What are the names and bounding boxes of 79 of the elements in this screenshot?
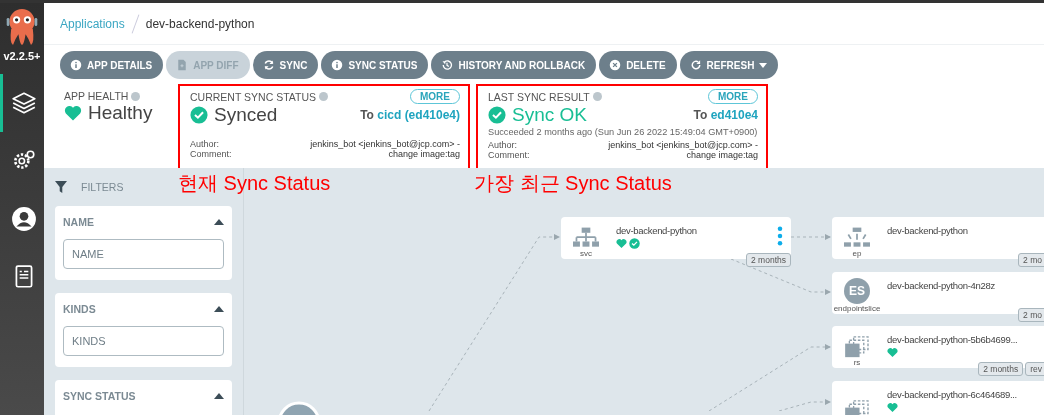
app-name: dev-backend-python <box>145 16 255 31</box>
filter-icon <box>55 181 67 193</box>
filter-title: SYNC STATUS <box>63 390 136 402</box>
age-tag: rev <box>1025 362 1044 376</box>
refresh-icon <box>689 59 702 71</box>
check-circle-icon <box>488 106 506 124</box>
toolbar-button[interactable]: REFRESH <box>679 51 779 79</box>
kind-label: rs <box>853 358 861 367</box>
to-label: To <box>360 108 374 122</box>
annotation-text: 가장 최근 Sync Status <box>474 171 672 196</box>
kind-label: svc <box>580 249 592 258</box>
applications-link[interactable]: Applications <box>60 16 125 31</box>
to-label: To <box>693 108 708 122</box>
panel-title: APP HEALTH <box>64 90 129 102</box>
annotation-text: 현재 Sync Status <box>178 171 331 196</box>
help-icon <box>592 92 602 101</box>
age-tag: 2 mo <box>1018 253 1044 267</box>
author-label: Author: <box>190 139 221 149</box>
collapse-icon[interactable] <box>214 393 224 399</box>
file-icon <box>176 59 189 71</box>
resource-name: dev-backend-python <box>616 225 698 236</box>
toolbar-button[interactable]: SYNC <box>252 51 319 79</box>
revision-link[interactable]: cicd (ed410e4) <box>377 108 460 122</box>
filter-input[interactable]: NAME <box>63 239 224 269</box>
toolbar-button[interactable]: HISTORY AND ROLLBACK <box>431 51 597 79</box>
sync-time: Succeeded 2 months ago (Sun Jun 26 2022 15:49:04 GMT+0900) <box>488 127 758 137</box>
version-label: v2.2.5+ <box>3 50 41 62</box>
connector <box>790 234 831 240</box>
check-circle-icon <box>190 106 208 124</box>
help-icon <box>131 91 141 101</box>
age-tag: 2 months <box>746 253 791 267</box>
user-icon <box>10 206 37 232</box>
sync-status: Sync OK <box>512 104 587 126</box>
octopus-logo <box>4 7 40 47</box>
sync-icon <box>262 59 275 71</box>
kind-label: endpointslice <box>833 304 881 313</box>
toolbar-button[interactable]: APP DETAILS <box>60 51 164 79</box>
info-icon <box>331 59 344 71</box>
panel-title: LAST SYNC RESULT <box>488 90 590 103</box>
info-icon <box>70 59 82 71</box>
filter-title: KINDS <box>63 303 96 315</box>
panel-title: CURRENT SYNC STATUS <box>190 90 316 103</box>
resource-name: dev-backend-python-4n28z <box>887 280 996 291</box>
comment-value: change image:tag <box>387 149 460 159</box>
collapse-icon[interactable] <box>214 219 224 225</box>
resource-node[interactable]: dev-backend-python-6c464689... <box>832 381 1044 415</box>
kind-label: ep <box>852 249 862 258</box>
age-tag: 2 mo <box>1018 308 1044 322</box>
age-tag: 2 months <box>978 362 1024 376</box>
author-value: jenkins_bot <jenkins_bot@jcp.com> - <box>607 140 758 150</box>
author-label: Author: <box>488 140 519 150</box>
sync-status: Synced <box>214 104 278 126</box>
comment-label: Comment: <box>488 150 530 160</box>
kebab-menu-icon[interactable] <box>777 226 783 246</box>
filter-input[interactable]: KINDS <box>63 326 224 356</box>
kind-badge: ES <box>844 278 870 304</box>
network-icon <box>844 227 870 249</box>
author-value: jenkins_bot <jenkins_bot@jcp.com> - <box>309 139 460 149</box>
resource-name: dev-backend-python <box>887 225 969 236</box>
hierarchy-icon <box>573 227 599 249</box>
stacked-squares-icon <box>844 336 870 358</box>
health-status: Healthy <box>88 102 153 124</box>
filter-title: NAME <box>63 216 94 228</box>
resource-name: dev-backend-python-5b6b4699... <box>887 334 1019 345</box>
toolbar-button[interactable]: DELETE <box>599 51 677 79</box>
heart-icon <box>64 104 82 122</box>
comment-value: change image:tag <box>685 150 758 160</box>
resource-name: dev-backend-python-6c464689... <box>887 389 1018 400</box>
close-circle-icon <box>609 59 622 71</box>
revision-link[interactable]: ed410e4 <box>710 108 758 122</box>
toolbar-button[interactable]: SYNC STATUS <box>321 51 429 79</box>
layers-icon <box>10 90 37 116</box>
more-button[interactable]: MORE <box>708 89 758 104</box>
comment-label: Comment: <box>190 149 232 159</box>
help-icon <box>319 92 328 101</box>
history-icon <box>441 59 454 71</box>
more-button[interactable]: MORE <box>410 89 460 104</box>
collapse-icon[interactable] <box>214 306 224 312</box>
filters-title: FILTERS <box>81 181 124 193</box>
